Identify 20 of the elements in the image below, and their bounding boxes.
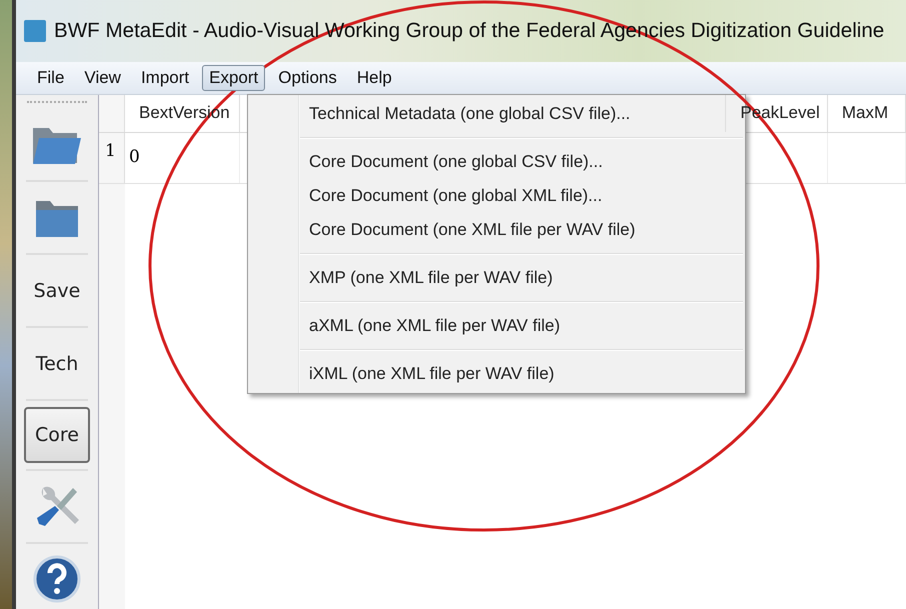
menu-item[interactable]: Import: [134, 65, 196, 91]
help-icon: [33, 555, 81, 604]
toolbar-button[interactable]: Save: [24, 261, 90, 320]
app-icon: [24, 20, 46, 42]
menu-option[interactable]: Core Document (one global XML file)...: [248, 179, 745, 213]
menu-item[interactable]: Options: [271, 65, 344, 91]
toolbar-button[interactable]: Core: [24, 407, 90, 463]
menu-option[interactable]: aXML (one XML file per WAV file): [248, 309, 745, 343]
menu-option[interactable]: Core Document (one global CSV file)...: [248, 145, 745, 179]
menu-option[interactable]: XMP (one XML file per WAV file): [248, 261, 745, 295]
menu-item[interactable]: Help: [350, 65, 399, 91]
menu-item[interactable]: File: [30, 65, 72, 91]
menu-item[interactable]: View: [77, 65, 128, 91]
table-cell: 0: [125, 133, 240, 183]
menu-item[interactable]: Export: [202, 65, 266, 91]
row-number: 1: [99, 133, 125, 183]
column-header: MaxM: [828, 95, 906, 132]
menu-option[interactable]: iXML (one XML file per WAV file): [248, 357, 745, 391]
menu-option[interactable]: Core Document (one XML file per WAV file): [248, 213, 745, 247]
toolbar-button[interactable]: Tech: [24, 334, 90, 394]
